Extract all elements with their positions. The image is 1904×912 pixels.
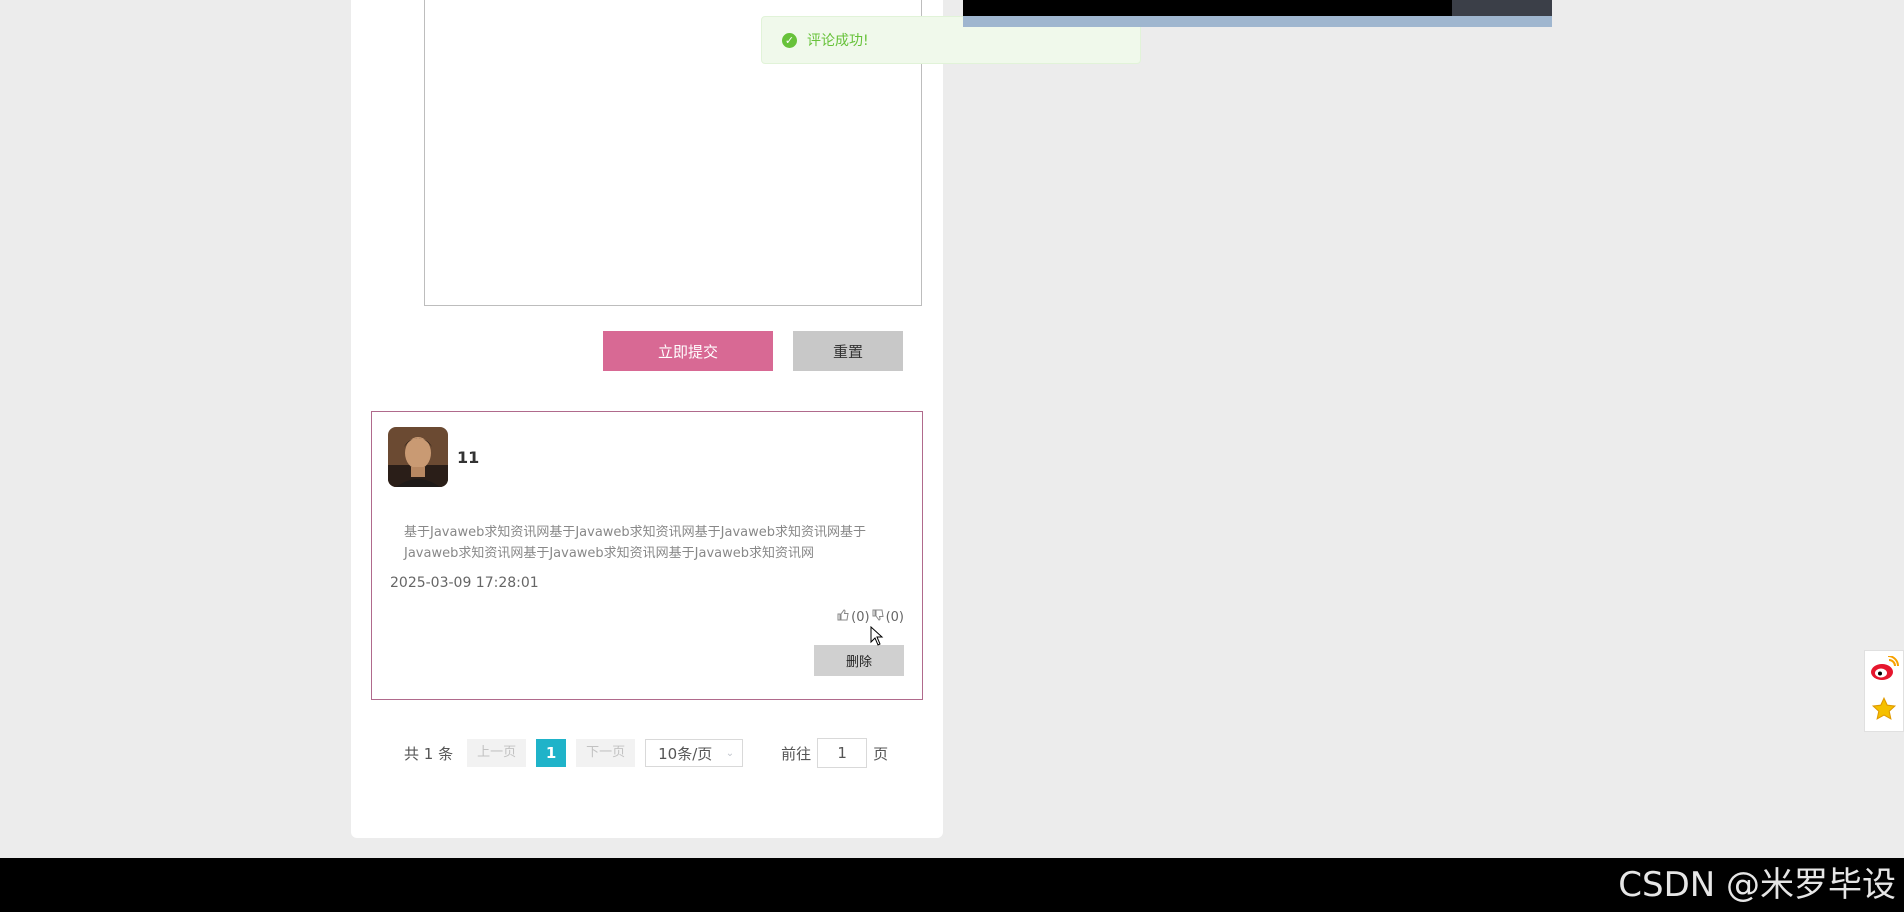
taskbar-strip <box>963 16 1552 27</box>
next-page-button[interactable]: 下一页 <box>576 739 636 767</box>
prev-page-button[interactable]: 上一页 <box>467 739 527 767</box>
total-count: 共 1 条 <box>404 744 454 763</box>
goto-label: 前往 <box>781 744 812 763</box>
check-circle-icon: ✓ <box>782 32 797 48</box>
reset-button[interactable]: 重置 <box>793 331 903 371</box>
pagination: 共 1 条 上一页 1 下一页 10条/页 ⌄ 前往 页 <box>404 738 888 768</box>
submit-button[interactable]: 立即提交 <box>603 331 773 371</box>
watermark: CSDN @米罗毕设 <box>1618 865 1896 905</box>
vote-group: (0) (0) <box>837 609 904 625</box>
comment-content: 基于Javaweb求知资讯网基于Javaweb求知资讯网基于Javaweb求知资… <box>404 525 867 561</box>
thumbs-up-icon[interactable] <box>837 609 849 625</box>
comment-username: 11 <box>457 448 480 467</box>
page-size-select[interactable]: 10条/页 ⌄ <box>645 739 744 767</box>
chevron-down-icon: ⌄ <box>725 747 735 759</box>
page-size-value: 10条/页 <box>658 744 713 763</box>
cursor-icon <box>870 625 884 650</box>
avatar <box>388 427 448 487</box>
current-page[interactable]: 1 <box>536 739 567 767</box>
weibo-icon[interactable] <box>1869 655 1899 686</box>
delete-button[interactable]: 删除 <box>814 645 904 676</box>
star-icon[interactable] <box>1870 696 1898 726</box>
comment-card: 11 基于Javaweb求知资讯网基于Javaweb求知资讯网基于Javaweb… <box>371 411 923 700</box>
goto-page-input[interactable] <box>817 738 868 768</box>
like-count: (0) <box>851 609 870 625</box>
comment-time: 2025-03-09 17:28:01 <box>390 575 539 591</box>
share-sidebar <box>1864 650 1904 732</box>
page-suffix: 页 <box>873 744 889 763</box>
thumbs-down-icon[interactable] <box>872 609 884 625</box>
dislike-count: (0) <box>885 609 904 625</box>
toast-message: 评论成功! <box>807 33 869 49</box>
video-thumbnail <box>963 0 1552 27</box>
